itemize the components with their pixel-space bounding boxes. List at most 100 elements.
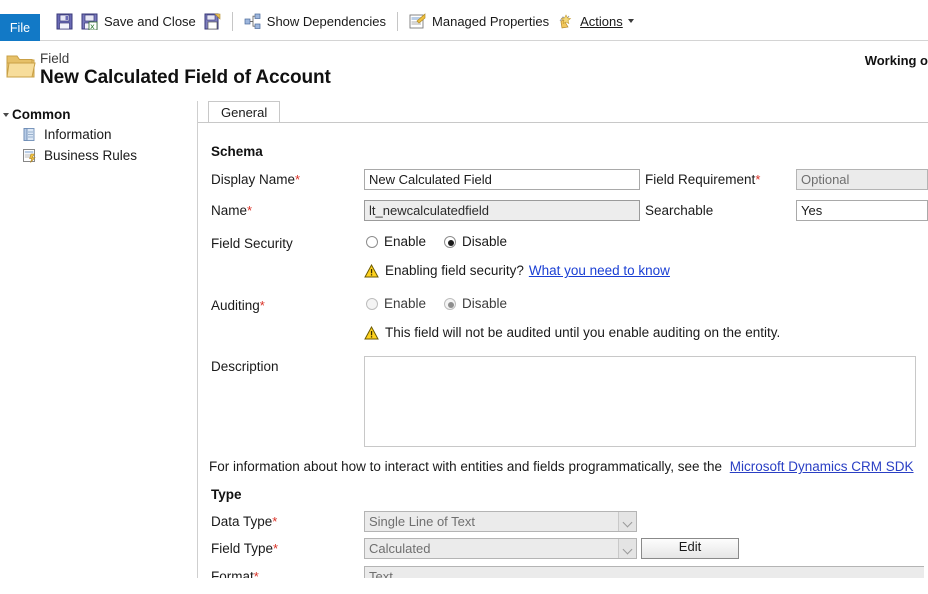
required-asterisk: * [272,514,278,529]
edit-button[interactable]: Edit [641,538,739,559]
sdk-info-text: For information about how to interact wi… [209,459,722,474]
field-security-label-text: Field Security [211,236,293,251]
field-security-enable-label: Enable [384,234,427,249]
auditing-label: Auditing* [211,298,265,313]
data-type-select[interactable]: Single Line of Text [364,511,637,532]
field-security-warning-text: Enabling field security? [385,263,524,278]
auditing-warning-text: This field will not be audited until you… [385,325,781,340]
section-title-type: Type [211,487,242,502]
field-requirement-label: Field Requirement* [645,172,760,187]
file-button-label: File [9,20,31,35]
save-as-button[interactable] [200,7,225,35]
field-type-label: Field Type* [211,541,278,556]
body: Common Information Business Rules Genera… [0,101,928,578]
field-security-label: Field Security [211,236,293,251]
searchable-label: Searchable [645,203,713,218]
data-type-label: Data Type* [211,514,277,529]
actions-label: Actions [580,13,623,29]
searchable-value: Yes [801,203,823,218]
required-asterisk: * [253,569,259,578]
save-as-icon [204,13,221,30]
managed-properties-icon [409,12,426,30]
required-asterisk: * [273,541,279,556]
actions-button[interactable]: Actions [553,7,638,35]
main-pane: General Schema Display Name* Field Requi… [198,101,928,578]
save-and-close-icon: x [81,13,98,31]
svg-text:x: x [90,22,95,30]
save-and-close-label: Save and Close [104,13,196,29]
toolbar-separator-2 [397,11,399,31]
tab-general[interactable]: General [208,101,281,122]
required-asterisk: * [259,298,265,313]
field-security-disable-label: Disable [462,234,508,249]
dependencies-icon [244,13,261,30]
format-select[interactable]: Text [364,566,924,578]
field-security-enable-radio[interactable]: Enable [366,234,426,249]
field-type-value: Calculated [369,541,431,556]
save-button[interactable] [52,7,77,35]
tab-strip: General [198,101,928,123]
radio-circle-selected [444,235,457,248]
file-button[interactable]: File [0,14,40,41]
field-type-label-text: Field Type [211,541,274,556]
page-header: Field New Calculated Field of Account Wo… [0,41,928,101]
field-requirement-label-text: Field Requirement [645,172,756,187]
actions-icon [557,13,574,30]
radio-circle-selected [444,297,457,310]
data-type-label-text: Data Type [211,514,273,529]
auditing-enable-radio[interactable]: Enable [366,296,426,311]
description-label-text: Description [211,359,279,374]
sidebar-item-business-rules[interactable]: Business Rules [0,145,197,166]
display-name-input[interactable] [364,169,640,190]
field-security-radio-group: Enable Disable [366,234,525,249]
field-security-disable-radio[interactable]: Disable [444,234,507,249]
field-requirement-select[interactable]: Optional [796,169,928,190]
header-subtitle: Field [40,51,70,66]
crm-sdk-link[interactable]: Microsoft Dynamics CRM SDK [730,459,914,474]
managed-properties-button[interactable]: Managed Properties [405,7,553,35]
display-name-label: Display Name* [211,172,300,187]
name-input[interactable] [364,200,640,221]
save-and-close-button[interactable]: x Save and Close [77,7,200,35]
searchable-select[interactable]: Yes [796,200,928,221]
toolbar-separator-1 [231,11,233,31]
required-asterisk: * [755,172,761,187]
sidebar-item-label: Information [44,127,112,142]
sdk-info-line: For information about how to interact wi… [209,459,914,474]
auditing-radio-group: Enable Disable [366,296,525,311]
what-you-need-to-know-link[interactable]: What you need to know [529,263,670,278]
folder-icon [6,53,36,82]
sidebar-group-common[interactable]: Common [0,105,197,124]
display-name-label-text: Display Name [211,172,296,187]
searchable-label-text: Searchable [645,203,714,218]
working-on-label: Working o [864,53,928,68]
edit-button-label: Edit [678,539,702,554]
description-label: Description [211,359,279,374]
managed-properties-label: Managed Properties [432,13,550,29]
name-label: Name* [211,203,252,218]
auditing-disable-radio[interactable]: Disable [444,296,507,311]
chevron-down-icon [627,19,634,23]
format-label: Format* [211,569,259,578]
warning-icon [364,325,379,340]
sidebar-item-information[interactable]: Information [0,124,197,145]
auditing-label-text: Auditing [211,298,260,313]
auditing-enable-label: Enable [384,296,427,311]
name-label-text: Name [211,203,248,218]
description-textarea[interactable] [364,356,916,447]
show-dependencies-button[interactable]: Show Dependencies [240,7,390,35]
page-title: New Calculated Field of Account [40,67,331,88]
required-asterisk: * [247,203,253,218]
radio-circle [366,235,378,248]
tab-general-label: General [221,105,268,120]
warning-icon [364,263,379,278]
required-asterisk: * [295,172,301,187]
sidebar-group-label: Common [12,107,71,122]
field-type-select[interactable]: Calculated [364,538,637,559]
section-title-schema: Schema [211,144,263,159]
information-icon [22,127,37,142]
form-area: Schema Display Name* Field Requirement* … [198,123,928,578]
auditing-disable-label: Disable [462,296,508,311]
show-dependencies-label: Show Dependencies [266,13,387,29]
chevron-down-icon [618,512,636,531]
